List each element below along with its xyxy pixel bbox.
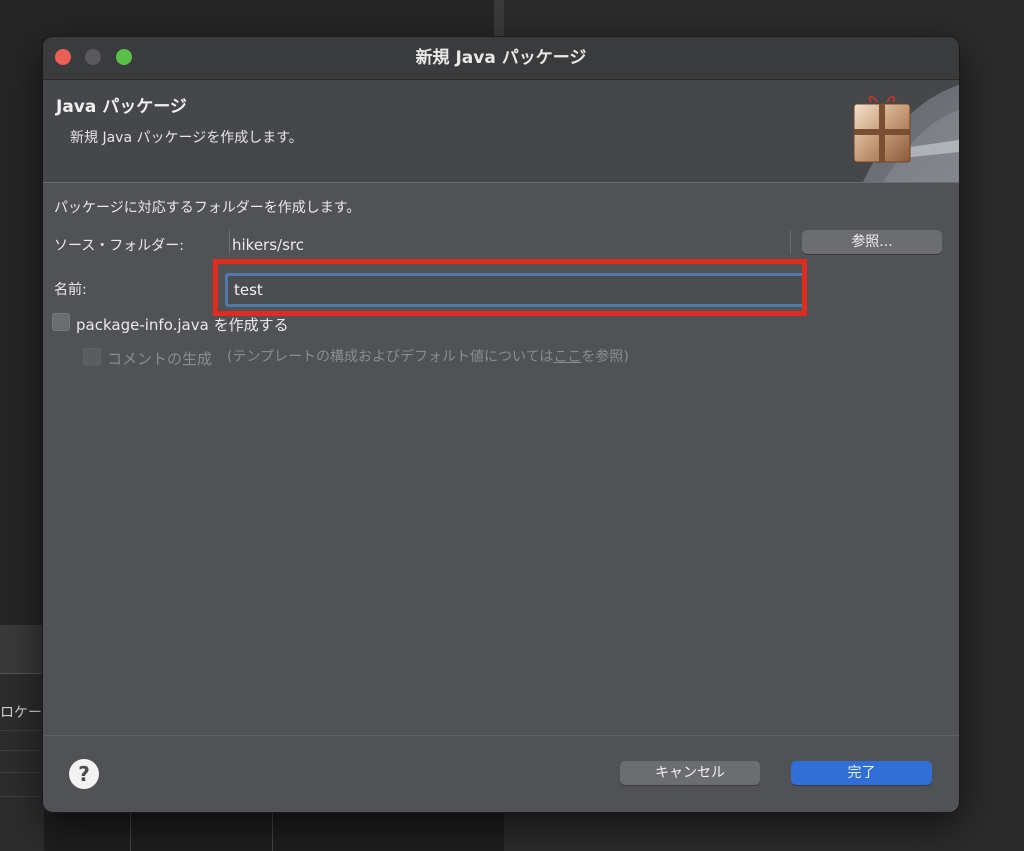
finish-button[interactable]: 完了 — [791, 761, 932, 785]
highlight-annotation — [213, 259, 807, 316]
name-label: 名前: — [54, 282, 87, 298]
wizard-page-title: Java パッケージ — [56, 97, 187, 117]
source-folder-label: ソース・フォルダー: — [54, 238, 185, 254]
background-left-panel-text: ロケー — [0, 705, 42, 721]
source-folder-field[interactable] — [229, 230, 791, 254]
background-row-line — [0, 730, 44, 731]
footer-separator — [43, 735, 959, 736]
help-icon[interactable]: ? — [69, 759, 99, 789]
wizard-header: Java パッケージ 新規 Java パッケージを作成します。 — [43, 80, 959, 183]
background-column-line — [272, 812, 273, 851]
template-note-suffix: を参照) — [581, 349, 629, 365]
new-java-package-dialog: 新規 Java パッケージ Java パッケージ 新規 Java パッケージを作… — [43, 37, 959, 812]
template-note-prefix: (テンプレートの構成およびデフォルト値については — [227, 349, 554, 365]
dialog-title: 新規 Java パッケージ — [415, 48, 587, 68]
package-info-label: package-info.java を作成する — [76, 316, 289, 334]
generate-comments-checkbox[interactable] — [83, 348, 101, 366]
template-note: (テンプレートの構成およびデフォルト値についてはここを参照) — [227, 346, 629, 366]
cancel-button[interactable]: キャンセル — [620, 761, 760, 785]
dialog-titlebar: 新規 Java パッケージ — [43, 37, 959, 80]
package-info-checkbox[interactable] — [52, 313, 70, 331]
form-info-text: パッケージに対応するフォルダーを作成します。 — [54, 200, 361, 216]
background-row-line — [0, 772, 44, 773]
background-left-panel-header — [0, 625, 44, 674]
background-row-line — [0, 750, 44, 751]
background-column-line — [130, 812, 131, 851]
source-folder-value: hikers/src — [232, 236, 304, 254]
package-wizard-icon — [853, 85, 959, 182]
wizard-page-description: 新規 Java パッケージを作成します。 — [70, 130, 303, 146]
template-settings-link[interactable]: ここ — [553, 349, 581, 365]
generate-comments-label: コメントの生成 — [107, 350, 213, 368]
background-row-line — [0, 796, 44, 797]
browse-button[interactable]: 参照... — [802, 230, 942, 254]
background-bottom-strip — [44, 812, 504, 851]
